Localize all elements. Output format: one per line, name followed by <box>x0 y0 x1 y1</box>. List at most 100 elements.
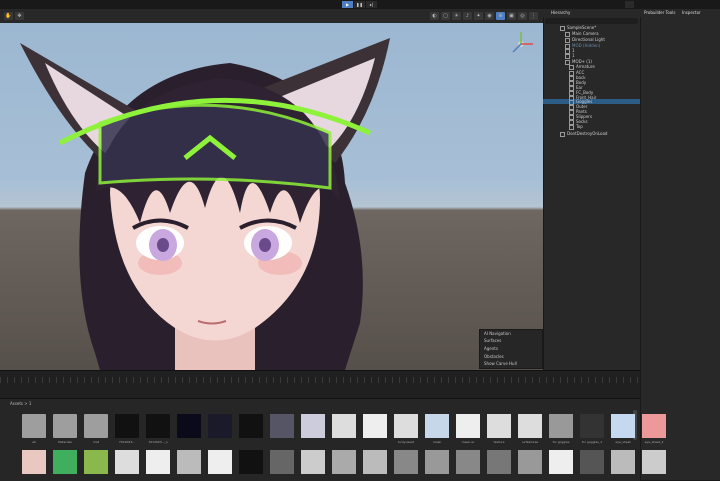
asset-thumbnail[interactable] <box>301 450 325 474</box>
hierarchy-item[interactable]: SampleScene* <box>560 25 596 31</box>
asset-label: body.asset <box>398 440 414 444</box>
asset-thumbnail[interactable] <box>487 414 511 438</box>
layers-dropdown[interactable] <box>625 1 634 8</box>
audio-icon[interactable]: ♪ <box>463 12 472 20</box>
inspector-panel <box>640 17 720 480</box>
orientation-gizmo-icon[interactable] <box>506 29 536 59</box>
asset-thumbnail[interactable] <box>239 414 263 438</box>
asset-thumbnail[interactable] <box>611 414 635 438</box>
asset-thumbnail[interactable] <box>549 450 573 474</box>
asset-thumbnail[interactable] <box>642 450 666 474</box>
lighting-icon[interactable]: ☀ <box>452 12 461 20</box>
timeline-panel <box>0 370 640 399</box>
effects-icon[interactable]: ✦ <box>474 12 483 20</box>
hierarchy-item[interactable]: DontDestroyOnLoad <box>560 131 607 137</box>
asset-thumbnail[interactable] <box>394 414 418 438</box>
asset-thumbnail[interactable] <box>146 450 170 474</box>
scene-toolbar: ✋ ✥ ◐ ▢ ☀ ♪ ✦ ◉ ⊕ ▣ ◎ ⋮ <box>0 9 543 24</box>
asset-thumbnail[interactable] <box>611 450 635 474</box>
gameobject-icon <box>565 37 570 43</box>
hierarchy-item[interactable]: Top <box>569 124 583 130</box>
character-render <box>20 38 390 370</box>
ai-navigation-overlay: AI Navigation Surfaces Agents Obstacles … <box>479 329 543 369</box>
render-mode-icon[interactable]: ◐ <box>430 12 439 20</box>
tab-inspector[interactable]: Inspector <box>682 10 701 15</box>
asset-label: Materials <box>58 440 72 444</box>
hierarchy-search-input[interactable] <box>545 18 638 24</box>
hierarchy-item[interactable]: Directional Light <box>565 37 605 43</box>
scene-options-icon[interactable]: ⋮ <box>529 12 538 20</box>
scene-view[interactable] <box>0 23 543 370</box>
asset-thumbnail[interactable] <box>580 414 604 438</box>
asset-thumbnail[interactable] <box>270 414 294 438</box>
asset-label: 7012023..._s <box>148 440 168 444</box>
asset-thumbnail[interactable] <box>487 450 511 474</box>
hand-tool-icon[interactable]: ✋ <box>4 12 13 20</box>
asset-thumbnail[interactable] <box>549 414 573 438</box>
asset-label: eye_sheet <box>615 440 631 444</box>
asset-thumbnail[interactable] <box>115 414 139 438</box>
folder-icon[interactable] <box>84 414 108 438</box>
asset-thumbnail[interactable] <box>332 414 356 438</box>
pause-button[interactable]: ❚❚ <box>354 1 365 8</box>
scene-icon <box>560 131 565 137</box>
breadcrumb[interactable]: Assets > 1 <box>10 401 31 406</box>
asset-thumbnail[interactable] <box>301 414 325 438</box>
2d-toggle-icon[interactable]: ▢ <box>441 12 450 20</box>
hierarchy-tab[interactable]: Hierarchy <box>543 9 640 17</box>
asset-label: eye_sheet_2 <box>644 440 664 444</box>
asset-thumbnail[interactable] <box>115 450 139 474</box>
timeline-ruler[interactable] <box>0 377 640 383</box>
asset-thumbnail[interactable] <box>425 450 449 474</box>
move-tool-icon[interactable]: ✥ <box>15 12 24 20</box>
asset-thumbnail[interactable] <box>518 414 542 438</box>
nav-carve-hull-row[interactable]: Show Carve Hull <box>484 361 517 366</box>
main-toolbar: ▶ ❚❚ ▸| <box>0 0 720 9</box>
nav-agents-row[interactable]: Agents <box>484 346 498 351</box>
asset-thumbnail[interactable] <box>363 450 387 474</box>
asset-thumbnail[interactable] <box>425 414 449 438</box>
asset-thumbnail[interactable] <box>456 414 480 438</box>
nav-surfaces-row[interactable]: Surfaces <box>484 338 501 343</box>
asset-label: all <box>32 440 36 444</box>
gameobject-icon <box>569 124 574 130</box>
folder-icon[interactable] <box>53 414 77 438</box>
asset-thumbnail[interactable] <box>363 414 387 438</box>
asset-label: for goggles_1 <box>581 440 603 444</box>
asset-thumbnail[interactable] <box>177 450 201 474</box>
asset-thumbnail[interactable] <box>53 450 77 474</box>
nav-obstacles-row[interactable]: Obstacles <box>484 354 504 359</box>
asset-label: mask <box>432 440 442 444</box>
tab-probuilder-tools[interactable]: Probuilder Tools <box>644 10 675 15</box>
asset-thumbnail[interactable] <box>518 450 542 474</box>
folder-icon[interactable] <box>22 414 46 438</box>
hierarchy-item[interactable]: Armature <box>569 64 595 70</box>
inspector-tabbar: Probuilder Tools Inspector <box>640 9 720 17</box>
asset-label: uvTextures <box>521 440 539 444</box>
asset-thumbnail[interactable] <box>177 414 201 438</box>
asset-thumbnail[interactable] <box>239 450 263 474</box>
asset-thumbnail[interactable] <box>394 450 418 474</box>
asset-label: 7012023... <box>118 440 136 444</box>
asset-thumbnail[interactable] <box>208 414 232 438</box>
asset-thumbnail[interactable] <box>270 450 294 474</box>
gizmo-toggle-icon[interactable]: ◎ <box>518 12 527 20</box>
play-controls: ▶ ❚❚ ▸| <box>342 1 378 8</box>
asset-thumbnail[interactable] <box>208 450 232 474</box>
asset-thumbnail[interactable] <box>456 450 480 474</box>
asset-thumbnail[interactable] <box>146 414 170 438</box>
asset-thumbnail[interactable] <box>580 450 604 474</box>
visibility-icon[interactable]: ◉ <box>485 12 494 20</box>
asset-thumbnail[interactable] <box>22 450 46 474</box>
gizmos-icon[interactable]: ⊕ <box>496 12 505 20</box>
play-button[interactable]: ▶ <box>342 1 353 8</box>
camera-icon[interactable]: ▣ <box>507 12 516 20</box>
asset-thumbnail[interactable] <box>84 450 108 474</box>
asset-label: mask.uv <box>461 440 475 444</box>
asset-thumbnail[interactable] <box>332 450 356 474</box>
hierarchy-item[interactable]: 1 <box>565 53 575 59</box>
nav-overlay-title: AI Navigation <box>484 331 511 336</box>
asset-thumbnail[interactable] <box>642 414 666 438</box>
step-button[interactable]: ▸| <box>366 1 377 8</box>
hierarchy-item[interactable]: Main Camera <box>565 31 599 37</box>
